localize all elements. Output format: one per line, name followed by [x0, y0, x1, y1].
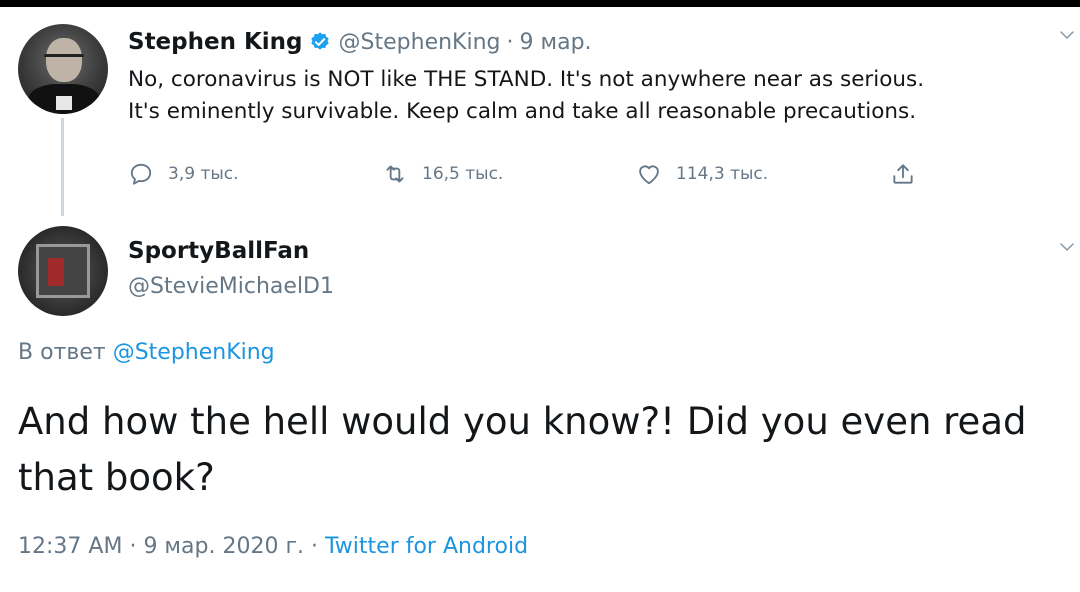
- like-icon: [639, 165, 659, 185]
- reply-to-mention-link[interactable]: @StephenKing: [113, 340, 275, 365]
- tweet-source-link[interactable]: Twitter for Android: [325, 534, 528, 559]
- retweet-count: 16,5 тыс.: [422, 164, 504, 184]
- reply-author-handle[interactable]: @StevieMichaelD1: [128, 274, 334, 299]
- avatar-glasses: [44, 54, 84, 62]
- like-button[interactable]: 114,3 тыс.: [636, 158, 768, 190]
- reply-tweet-text-line-2: that book?: [18, 456, 215, 499]
- avatar-sportyballfan[interactable]: [18, 226, 108, 316]
- reply-author-name[interactable]: SportyBallFan: [128, 238, 309, 264]
- thread-connector-line: [61, 118, 64, 216]
- like-count: 114,3 тыс.: [676, 164, 769, 184]
- parent-tweet-header: Stephen King @StephenKing · 9 мар.: [128, 26, 592, 58]
- reply-icon: [130, 163, 152, 185]
- reply-button[interactable]: 3,9 тыс.: [128, 158, 239, 190]
- reply-tweet-text-line-1: And how the hell would you know?! Did yo…: [18, 400, 1027, 443]
- avatar-stephen-king[interactable]: [18, 24, 108, 114]
- share-button[interactable]: [890, 158, 916, 190]
- meta-separator-2: ·: [311, 534, 318, 559]
- parent-tweet-text: No, coronavirus is NOT like THE STAND. I…: [128, 64, 1068, 128]
- avatar-jersey-detail: [48, 258, 64, 286]
- retweet-button[interactable]: 16,5 тыс.: [382, 158, 503, 190]
- parent-tweet-date[interactable]: 9 мар.: [520, 30, 592, 55]
- parent-author-name[interactable]: Stephen King: [128, 29, 303, 55]
- tweet-metadata: 12:37 AM · 9 мар. 2020 г. · Twitter for …: [18, 534, 528, 559]
- chevron-down-icon[interactable]: [1058, 26, 1076, 44]
- avatar-shirt-print: [56, 96, 72, 110]
- tweet-date[interactable]: 9 мар. 2020 г.: [143, 534, 304, 559]
- parent-tweet-text-line-2: It's eminently survivable. Keep calm and…: [128, 99, 917, 124]
- retweet-icon: [386, 165, 404, 183]
- parent-author-handle[interactable]: @StephenKing: [339, 30, 501, 55]
- chevron-down-icon[interactable]: [1058, 238, 1076, 256]
- meta-separator-1: ·: [129, 534, 137, 559]
- reply-to-prefix: В ответ: [18, 340, 106, 365]
- top-border: [0, 0, 1080, 7]
- header-separator: ·: [506, 29, 514, 55]
- reply-tweet-text: And how the hell would you know?! Did yo…: [18, 394, 1068, 506]
- tweet-time[interactable]: 12:37 AM: [18, 534, 122, 559]
- parent-tweet-text-line-1: No, coronavirus is NOT like THE STAND. I…: [128, 67, 925, 92]
- reply-count: 3,9 тыс.: [168, 164, 239, 184]
- share-icon: [893, 164, 913, 184]
- replying-to: В ответ @StephenKing: [18, 340, 275, 365]
- verified-badge-icon: [310, 32, 329, 50]
